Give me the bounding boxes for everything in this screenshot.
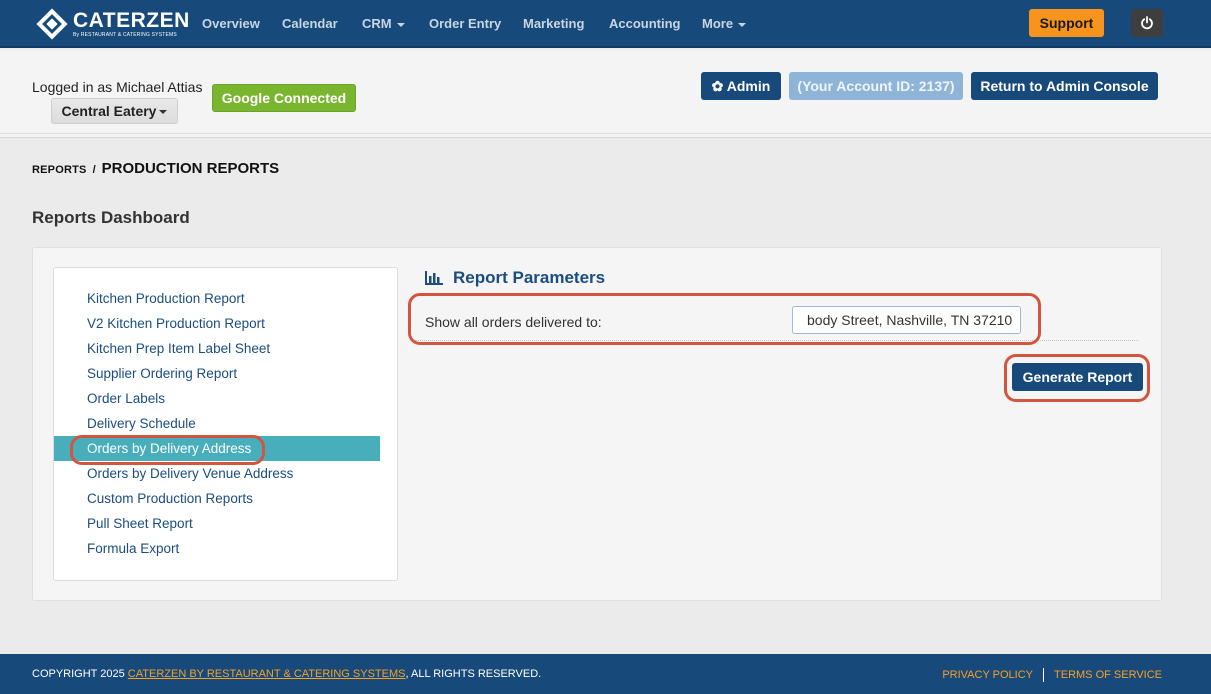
- chevron-down-icon: [738, 22, 747, 27]
- delivery-address-param-row: Show all orders delivered to:: [415, 303, 1139, 341]
- menu-item-custom-production-reports[interactable]: Custom Production Reports: [54, 486, 380, 511]
- report-parameters-heading: Report Parameters: [425, 268, 605, 288]
- footer-divider: [1043, 668, 1045, 682]
- delivery-address-input[interactable]: [792, 306, 1021, 334]
- menu-item-formula-export[interactable]: Formula Export: [54, 536, 380, 561]
- google-connected-button[interactable]: Google Connected: [212, 84, 356, 112]
- store-dropdown[interactable]: Central Eatery: [51, 98, 178, 124]
- nav-crm[interactable]: CRM: [362, 16, 405, 31]
- account-header: Logged in as Michael Attias Central Eate…: [0, 50, 1211, 138]
- logo-diamond-icon: [36, 8, 68, 40]
- caterzen-logo[interactable]: CATERZEN By RESTAURANT & CATERING SYSTEM…: [36, 8, 190, 40]
- logo-text: CATERZEN: [73, 9, 190, 32]
- nav-overview[interactable]: Overview: [202, 16, 260, 31]
- nav-order-entry[interactable]: Order Entry: [429, 16, 501, 31]
- menu-item-orders-by-delivery-venue-address[interactable]: Orders by Delivery Venue Address: [54, 461, 380, 486]
- logged-in-text: Logged in as Michael Attias: [32, 79, 203, 95]
- generate-report-button[interactable]: Generate Report: [1012, 363, 1143, 391]
- privacy-policy-link[interactable]: PRIVACY POLICY: [942, 669, 1033, 681]
- breadcrumb-current: PRODUCTION REPORTS: [101, 160, 280, 177]
- footer: COPYRIGHT 2025 CATERZEN BY RESTAURANT & …: [0, 654, 1211, 694]
- menu-item-kitchen-prep-item-label-sheet[interactable]: Kitchen Prep Item Label Sheet: [54, 336, 380, 361]
- nav-more[interactable]: More: [702, 16, 747, 31]
- menu-item-pull-sheet-report[interactable]: Pull Sheet Report: [54, 511, 380, 536]
- chevron-down-icon: [159, 110, 168, 115]
- logout-button[interactable]: [1131, 9, 1163, 37]
- reports-panel: Kitchen Production Report V2 Kitchen Pro…: [32, 247, 1162, 601]
- account-id-badge: (Your Account ID: 2137): [789, 72, 963, 100]
- menu-item-v2-kitchen-production-report[interactable]: V2 Kitchen Production Report: [54, 311, 380, 336]
- breadcrumb-reports[interactable]: REPORTS: [32, 164, 87, 176]
- return-to-admin-console-button[interactable]: Return to Admin Console: [971, 72, 1158, 100]
- menu-item-orders-by-delivery-address[interactable]: Orders by Delivery Address: [54, 436, 380, 461]
- menu-item-kitchen-production-report[interactable]: Kitchen Production Report: [54, 286, 380, 311]
- nav-marketing[interactable]: Marketing: [523, 16, 584, 31]
- menu-item-delivery-schedule[interactable]: Delivery Schedule: [54, 411, 380, 436]
- menu-item-order-labels[interactable]: Order Labels: [54, 386, 380, 411]
- delivery-address-label: Show all orders delivered to:: [425, 314, 602, 330]
- bar-chart-icon: [425, 271, 443, 285]
- top-navbar: CATERZEN By RESTAURANT & CATERING SYSTEM…: [0, 0, 1211, 48]
- support-button[interactable]: Support: [1029, 9, 1104, 37]
- breadcrumb: REPORTS / PRODUCTION REPORTS: [32, 160, 280, 177]
- logo-subtext: By RESTAURANT & CATERING SYSTEMS: [73, 32, 177, 38]
- report-menu: Kitchen Production Report V2 Kitchen Pro…: [53, 267, 398, 581]
- copyright: COPYRIGHT 2025 CATERZEN BY RESTAURANT & …: [32, 668, 542, 680]
- power-icon: [1141, 16, 1153, 30]
- nav-accounting[interactable]: Accounting: [609, 16, 681, 31]
- page-title: Reports Dashboard: [32, 208, 190, 227]
- nav-calendar[interactable]: Calendar: [282, 16, 338, 31]
- footer-links: PRIVACY POLICY TERMS OF SERVICE: [942, 668, 1162, 682]
- admin-button[interactable]: ✿ Admin: [701, 72, 781, 100]
- menu-item-supplier-ordering-report[interactable]: Supplier Ordering Report: [54, 361, 380, 386]
- caterzen-link[interactable]: CATERZEN BY RESTAURANT & CATERING SYSTEM…: [128, 668, 406, 680]
- gear-icon: ✿: [711, 78, 724, 94]
- terms-of-service-link[interactable]: TERMS OF SERVICE: [1054, 669, 1162, 681]
- chevron-down-icon: [396, 22, 405, 27]
